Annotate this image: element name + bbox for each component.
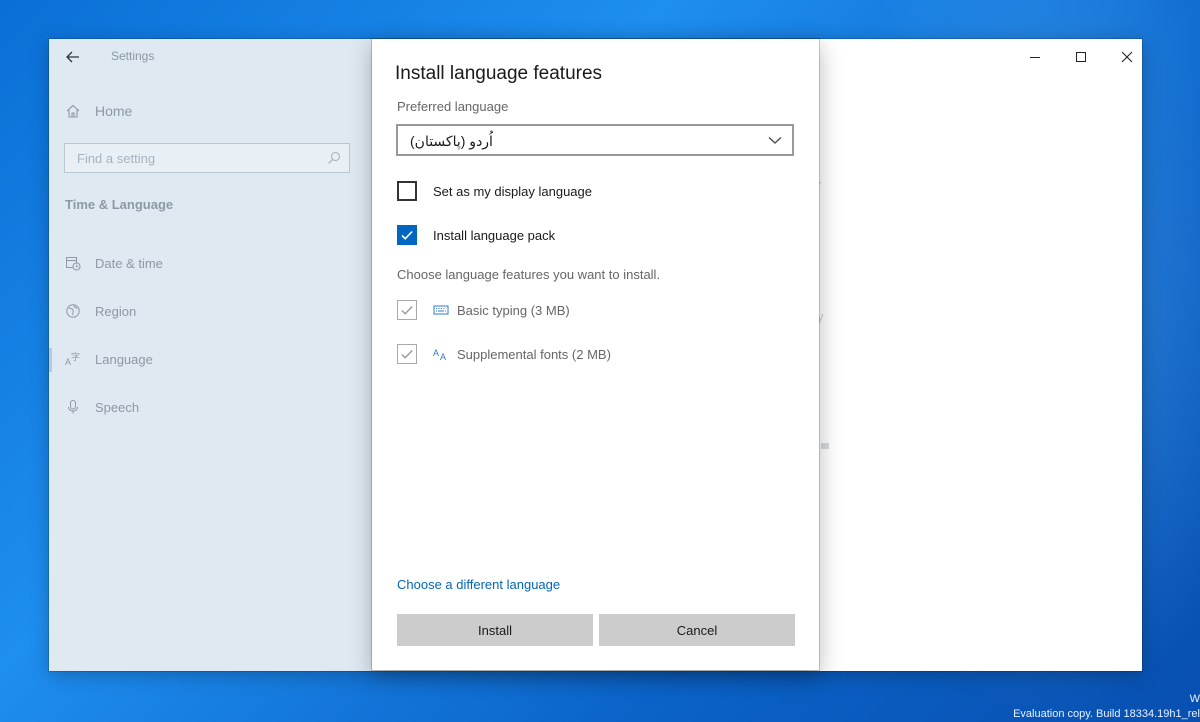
calendar-clock-icon	[66, 257, 81, 271]
dialog-title: Install language features	[395, 63, 603, 84]
supplemental-fonts-option: A A Supplemental fonts (2 MB)	[397, 344, 611, 364]
background-control-peek	[821, 443, 829, 449]
keyboard-icon	[433, 305, 449, 315]
preferred-language-select[interactable]: اُردو (پاکستان)	[396, 124, 794, 156]
maximize-icon[interactable]	[1073, 49, 1089, 65]
sidebar-item-label: Region	[95, 303, 137, 319]
basic-typing-option: Basic typing (3 MB)	[397, 300, 570, 320]
install-button[interactable]: Install	[397, 614, 593, 646]
language-icon: A 字	[65, 351, 80, 367]
home-icon	[66, 104, 80, 118]
search-placeholder: Find a setting	[77, 151, 156, 166]
basic-typing-label: Basic typing (3 MB)	[457, 302, 570, 318]
search-icon	[328, 151, 341, 164]
display-language-checkbox[interactable]	[397, 181, 417, 201]
watermark-line: Evaluation copy. Build 18334.19h1_rel	[1013, 708, 1200, 720]
sidebar-item-label: Home	[95, 103, 133, 119]
svg-text:A: A	[433, 348, 439, 358]
active-item-indicator	[49, 348, 52, 372]
sidebar-item-speech[interactable]: Speech	[65, 399, 139, 415]
evaluation-watermark: W Evaluation copy. Build 18334.19h1_rel	[1013, 692, 1200, 722]
basic-typing-checkbox	[397, 300, 417, 320]
sidebar-item-date-time[interactable]: Date & time	[65, 255, 163, 271]
font-icon: A A	[433, 348, 446, 361]
microphone-icon	[68, 400, 78, 414]
app-title: Settings	[111, 49, 155, 63]
watermark-line: W	[1189, 693, 1200, 705]
search-input[interactable]: Find a setting	[64, 143, 350, 173]
preferred-language-value: اُردو (پاکستان)	[410, 133, 493, 149]
display-language-option[interactable]: Set as my display language	[397, 181, 592, 201]
sidebar-item-label: Speech	[95, 399, 140, 415]
choose-different-language-link[interactable]: Choose a different language	[397, 577, 560, 592]
sidebar-item-label: Language	[95, 351, 153, 367]
close-icon[interactable]	[1119, 49, 1135, 65]
checkmark-icon	[401, 350, 413, 359]
language-pack-label: Install language pack	[433, 227, 556, 243]
sidebar-item-label: Date & time	[95, 255, 163, 271]
features-hint: Choose language features you want to ins…	[397, 267, 661, 282]
minimize-icon[interactable]	[1027, 49, 1043, 65]
sidebar-item-home[interactable]: Home	[65, 103, 132, 119]
settings-content-pane: r y	[817, 39, 1142, 671]
svg-text:A: A	[440, 352, 446, 361]
display-language-label: Set as my display language	[433, 183, 592, 199]
svg-text:字: 字	[71, 351, 80, 363]
settings-sidebar: Settings Home Find a setting Time & Lang…	[49, 39, 373, 671]
checkmark-icon	[401, 306, 413, 315]
preferred-language-label: Preferred language	[397, 99, 509, 114]
cancel-button[interactable]: Cancel	[599, 614, 795, 646]
language-pack-option[interactable]: Install language pack	[397, 225, 555, 245]
section-title: Time & Language	[65, 197, 174, 212]
checkmark-icon	[401, 230, 413, 240]
supplemental-fonts-label: Supplemental fonts (2 MB)	[457, 346, 611, 362]
install-language-dialog: Install language features Preferred lang…	[372, 39, 819, 670]
globe-icon	[66, 304, 80, 318]
language-pack-checkbox[interactable]	[397, 225, 417, 245]
sidebar-item-region[interactable]: Region	[65, 303, 136, 319]
chevron-down-icon	[768, 137, 782, 144]
supplemental-fonts-checkbox	[397, 344, 417, 364]
back-arrow-icon[interactable]	[65, 49, 81, 65]
sidebar-item-language[interactable]: A 字 Language	[65, 351, 153, 367]
